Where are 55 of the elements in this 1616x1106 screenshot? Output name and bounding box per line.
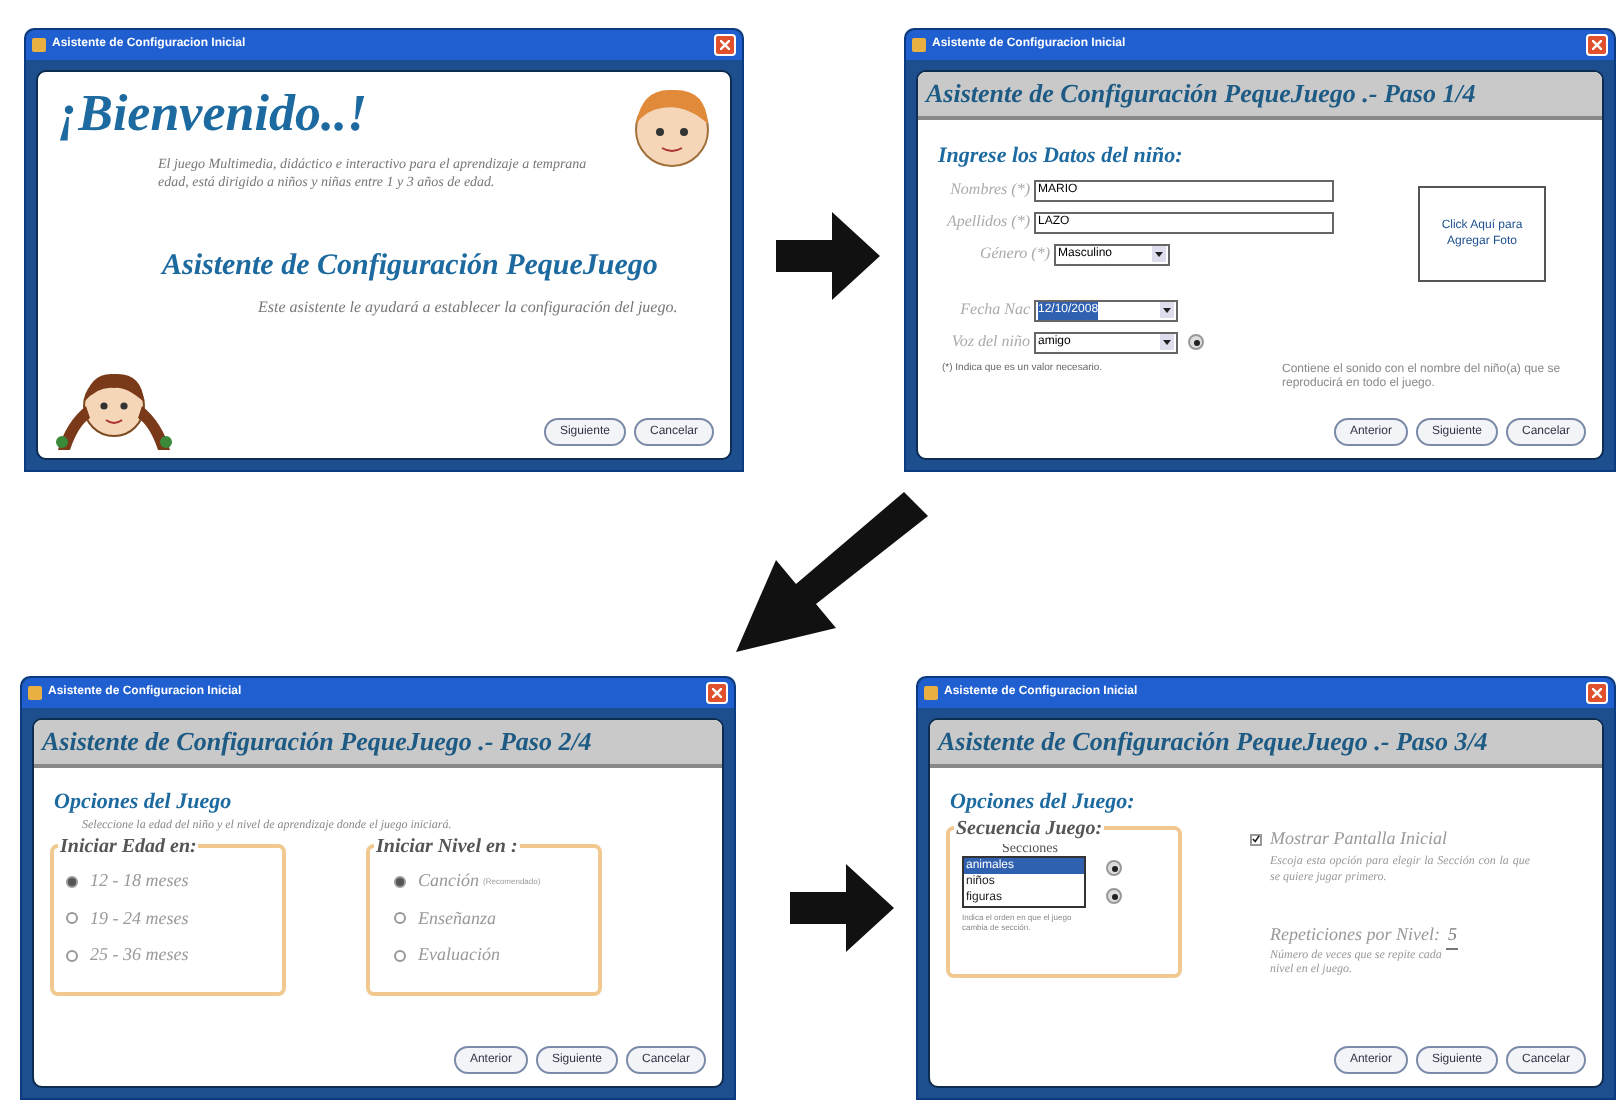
radio-button[interactable]	[394, 912, 406, 925]
field-label: Apellidos (*)	[944, 210, 1030, 234]
dropdown-caret-icon	[1160, 333, 1174, 349]
section-heading: Opciones del Juego:	[950, 792, 1137, 814]
right-arrow-icon	[776, 212, 880, 300]
radio-button[interactable]	[394, 949, 406, 962]
welcome-heading: ¡Bienvenido..!	[58, 88, 368, 140]
app-icon	[28, 686, 42, 700]
description-text: Este asistente le ayudará a establecer la configuración del juego.	[258, 297, 680, 317]
step-title: Asistente de Configuración PequeJuego .- Paso 2/4	[42, 724, 592, 761]
close-icon	[1592, 688, 1602, 698]
field-label: Género (*)	[977, 242, 1050, 266]
close-button[interactable]	[714, 34, 736, 56]
dot-icon	[1193, 339, 1199, 345]
radio-button[interactable]	[66, 912, 78, 925]
dropdown-caret-icon	[1160, 301, 1174, 317]
step-title: Asistente de Configuración PequeJuego .- Paso 1/4	[926, 76, 1476, 113]
close-button[interactable]	[1586, 682, 1608, 704]
field-label: Voz del niño	[949, 330, 1030, 354]
app-icon	[924, 686, 938, 700]
move-down-button[interactable]	[1106, 888, 1122, 904]
repetitions-label: Repeticiones por Nivel:	[1270, 921, 1440, 948]
checkbox-label: Mostrar Pantalla Inicial	[1270, 826, 1447, 852]
field-label: Nombres (*)	[948, 178, 1030, 202]
close-icon	[720, 40, 730, 50]
app-icon	[912, 38, 926, 52]
checkbox[interactable]	[1250, 833, 1262, 846]
option-label: Evaluación	[418, 942, 500, 968]
radio-button[interactable]	[66, 949, 78, 962]
app-icon	[32, 38, 46, 52]
close-button[interactable]	[1586, 34, 1608, 56]
option-label: 12 - 18 meses	[90, 868, 189, 894]
option-label: 19 - 24 meses	[90, 905, 189, 931]
repetitions-value[interactable]: 5	[1445, 921, 1459, 950]
option-label: Canción	[418, 868, 479, 894]
diagonal-arrow-icon	[736, 492, 928, 652]
field-label: Fecha Nac	[958, 298, 1030, 322]
right-arrow-icon	[790, 864, 894, 952]
move-up-button[interactable]	[1106, 860, 1122, 876]
wizard-subtitle: Asistente de Configuración PequeJuego	[162, 248, 660, 286]
radio-button[interactable]	[66, 875, 78, 888]
dot-icon	[1111, 865, 1117, 871]
close-icon	[1592, 40, 1602, 50]
close-icon	[712, 688, 722, 698]
step-title: Asistente de Configuración PequeJuego .- Paso 3/4	[938, 724, 1488, 761]
section-heading: Ingrese los Datos del niño:	[938, 142, 1185, 172]
play-button[interactable]	[1188, 334, 1204, 350]
dropdown-caret-icon	[1152, 245, 1166, 261]
group-legend: Secuencia Juego:	[954, 814, 1105, 844]
option-label: 25 - 36 meses	[90, 942, 189, 968]
radio-button[interactable]	[394, 875, 406, 888]
section-heading: Opciones del Juego	[54, 792, 234, 814]
dot-icon	[1111, 893, 1117, 899]
option-label: Enseñanza	[418, 905, 496, 931]
close-button[interactable]	[706, 682, 728, 704]
